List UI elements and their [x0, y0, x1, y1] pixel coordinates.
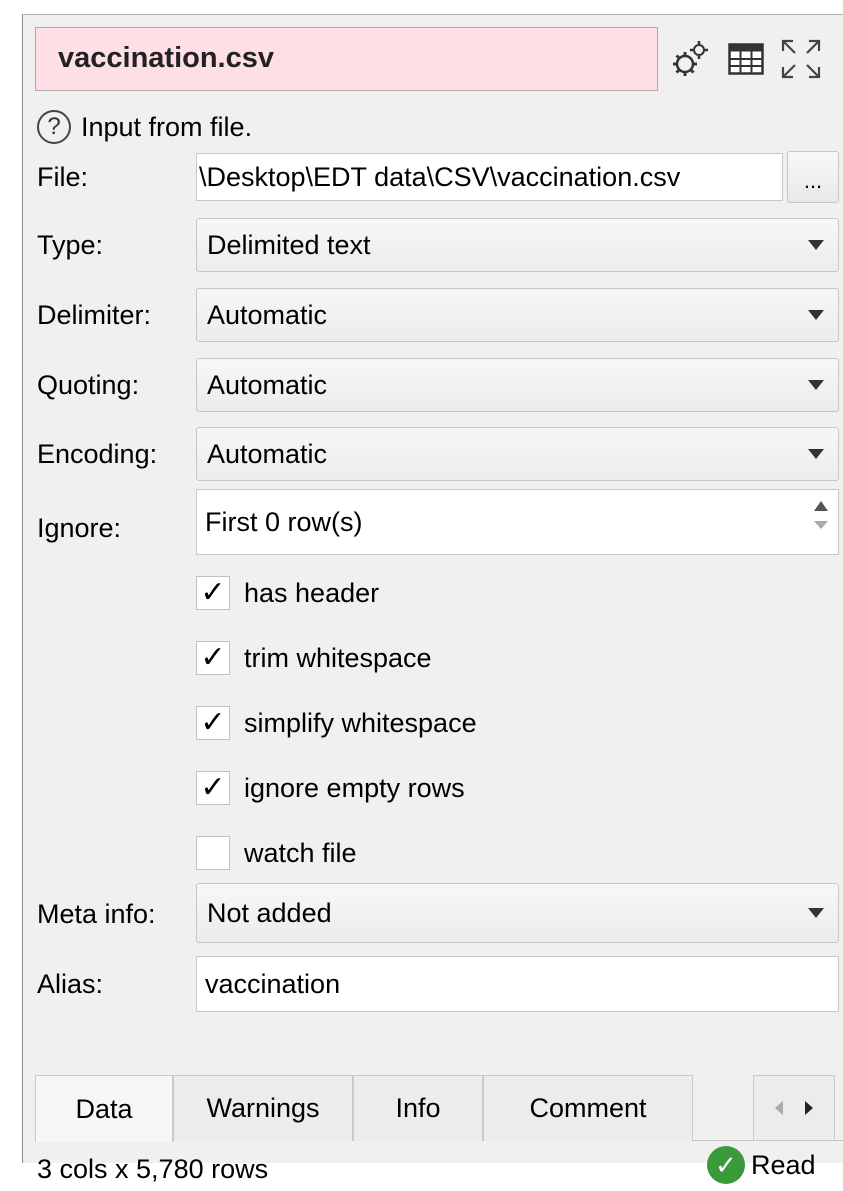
row-count-status: 3 cols x 5,780 rows	[37, 1154, 269, 1184]
quoting-value: Automatic	[207, 369, 328, 400]
settings-gears-icon	[673, 41, 708, 76]
check-ok-icon: ✓	[707, 1146, 745, 1184]
checkmark-icon: ✓	[196, 576, 230, 610]
meta-info-dropdown[interactable]: Not added	[196, 883, 839, 943]
trim-whitespace-label: trim whitespace	[244, 642, 432, 673]
alias-label: Alias:	[37, 969, 104, 999]
checkmark-icon: ✓	[196, 706, 230, 740]
alias-value: vaccination	[205, 968, 341, 999]
simplify-whitespace-checkbox[interactable]: ✓ simplify whitespace	[196, 701, 477, 745]
chevron-left-icon[interactable]	[775, 1101, 784, 1115]
tab-bar: Data Warnings Info Comment	[35, 1075, 843, 1142]
tab-comment[interactable]: Comment	[483, 1075, 693, 1141]
has-header-checkbox[interactable]: ✓ has header	[196, 571, 379, 615]
maximize-button[interactable]	[775, 27, 827, 91]
table-view-icon	[728, 43, 764, 75]
type-label: Type:	[37, 230, 104, 260]
chevron-down-icon	[808, 310, 824, 320]
watch-file-checkbox[interactable]: watch file	[196, 831, 357, 875]
tab-warnings[interactable]: Warnings	[173, 1075, 353, 1141]
chevron-down-icon	[808, 380, 824, 390]
tab-data[interactable]: Data	[35, 1075, 173, 1142]
type-dropdown[interactable]: Delimited text	[196, 218, 839, 272]
meta-info-label: Meta info:	[37, 899, 156, 929]
file-path-field[interactable]: \Desktop\EDT data\CSV\vaccination.csv	[196, 153, 783, 201]
input-panel: vaccination.csv ? Input from file. File:…	[22, 14, 843, 1184]
has-header-label: has header	[244, 577, 380, 608]
help-text: Input from file.	[81, 111, 253, 142]
encoding-label: Encoding:	[37, 439, 158, 469]
spin-up-icon[interactable]	[814, 501, 828, 511]
maximize-icon	[781, 39, 821, 79]
node-title-field[interactable]: vaccination.csv	[35, 27, 658, 91]
chevron-down-icon	[808, 908, 824, 918]
chevron-down-icon	[808, 240, 824, 250]
quoting-label: Quoting:	[37, 370, 140, 400]
checkmark-icon: ✓	[196, 771, 230, 805]
ignore-spinbox[interactable]: First 0 row(s)	[196, 489, 839, 555]
ignore-label: Ignore:	[37, 513, 122, 543]
meta-info-value: Not added	[207, 897, 332, 928]
tab-info[interactable]: Info	[353, 1075, 483, 1141]
type-value: Delimited text	[207, 229, 371, 260]
delimiter-dropdown[interactable]: Automatic	[196, 288, 839, 342]
spin-down-icon[interactable]	[814, 521, 828, 529]
chevron-right-icon[interactable]	[804, 1101, 813, 1115]
browse-file-button[interactable]: ...	[787, 151, 839, 203]
chevron-down-icon	[808, 449, 824, 459]
read-status-text: Read	[751, 1149, 816, 1180]
encoding-value: Automatic	[207, 438, 328, 469]
delimiter-label: Delimiter:	[37, 300, 152, 330]
unchecked-box	[196, 836, 230, 870]
table-view-button[interactable]	[720, 27, 772, 91]
encoding-dropdown[interactable]: Automatic	[196, 427, 839, 481]
trim-whitespace-checkbox[interactable]: ✓ trim whitespace	[196, 636, 432, 680]
file-label: File:	[37, 162, 89, 192]
ignore-empty-rows-checkbox[interactable]: ✓ ignore empty rows	[196, 766, 465, 810]
delimiter-value: Automatic	[207, 299, 328, 330]
read-status: ✓ Read	[707, 1143, 816, 1187]
file-path-text: \Desktop\EDT data\CSV\vaccination.csv	[199, 161, 681, 192]
ignore-empty-rows-label: ignore empty rows	[244, 772, 465, 803]
watch-file-label: watch file	[244, 837, 357, 868]
help-row: ? Input from file.	[37, 105, 252, 149]
alias-input[interactable]: vaccination	[196, 956, 839, 1012]
settings-button[interactable]	[664, 27, 716, 91]
quoting-dropdown[interactable]: Automatic	[196, 358, 839, 412]
tab-scroll-buttons[interactable]	[753, 1075, 835, 1141]
ignore-value: First 0 row(s)	[205, 506, 363, 537]
help-question-icon[interactable]: ?	[37, 110, 71, 144]
simplify-whitespace-label: simplify whitespace	[244, 707, 477, 738]
checkmark-icon: ✓	[196, 641, 230, 675]
